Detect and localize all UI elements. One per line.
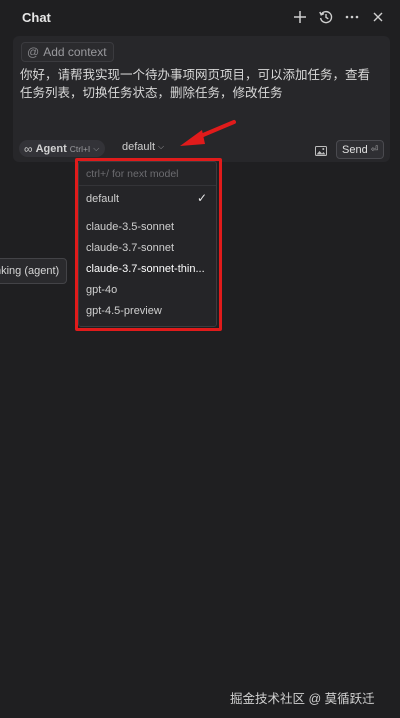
add-context-label: Add context [43, 45, 107, 59]
dropdown-divider [79, 185, 216, 186]
at-icon: @ [27, 45, 40, 59]
next-model-hint: ctrl+/ for next model [86, 168, 179, 180]
history-icon[interactable] [318, 9, 334, 25]
watermark: 掘金技术社区 @ 莫循跃迁 [230, 692, 375, 706]
model-option-gpt-4o[interactable]: gpt-4o [79, 280, 216, 300]
chevron-down-icon: ⌵ [158, 142, 165, 151]
message-input[interactable]: 你好，请帮我实现一个待办事项网页项目，可以添加任务，查看任务列表，切换任务状态，… [20, 66, 382, 102]
option-label: gpt-4o [86, 284, 118, 296]
check-icon: ✓ [196, 191, 207, 205]
panel-title: Chat [22, 10, 51, 25]
close-icon[interactable] [370, 9, 386, 25]
chevron-down-icon: ⌵ [93, 143, 100, 153]
model-option-claude-3-7-sonnet[interactable]: claude-3.7-sonnet [79, 238, 216, 258]
agent-mode-selector[interactable]: ∞ Agent Ctrl+I ⌵ [19, 140, 106, 157]
model-option-gpt-4-5-preview[interactable]: gpt-4.5-preview [79, 301, 216, 321]
tooltip-text: nking (agent) [0, 265, 60, 277]
send-button[interactable]: Send ⏎ [336, 140, 385, 159]
model-dropdown: ctrl+/ for next model default ✓ claude-3… [78, 161, 217, 327]
add-context-button[interactable]: @ Add context [21, 42, 114, 62]
option-label: claude-3.5-sonnet [86, 221, 175, 233]
red-arrow-annotation [180, 120, 236, 146]
model-value: default [122, 141, 156, 153]
more-icon[interactable] [344, 9, 360, 25]
option-label: gpt-4.5-preview [86, 305, 162, 317]
agent-label: Agent [35, 142, 67, 155]
image-icon[interactable] [315, 143, 327, 156]
model-option-default[interactable]: default ✓ [79, 189, 216, 209]
model-selector[interactable]: default ⌵ [122, 141, 164, 153]
plus-icon[interactable] [292, 9, 308, 25]
infinity-icon: ∞ [24, 141, 33, 156]
model-option-claude-3-7-sonnet-thinking[interactable]: claude-3.7-sonnet-thin... [79, 259, 216, 279]
model-option-claude-3-5-sonnet[interactable]: claude-3.5-sonnet [79, 217, 216, 237]
option-label: default [86, 193, 120, 205]
option-label: claude-3.7-sonnet [86, 242, 175, 254]
agent-shortcut: Ctrl+I [69, 143, 91, 154]
option-label: claude-3.7-sonnet-thin... [86, 263, 205, 275]
chat-header: Chat [0, 0, 400, 34]
send-label: Send [342, 143, 368, 156]
return-icon: ⏎ [370, 144, 379, 154]
model-tooltip: nking (agent) [0, 258, 68, 284]
